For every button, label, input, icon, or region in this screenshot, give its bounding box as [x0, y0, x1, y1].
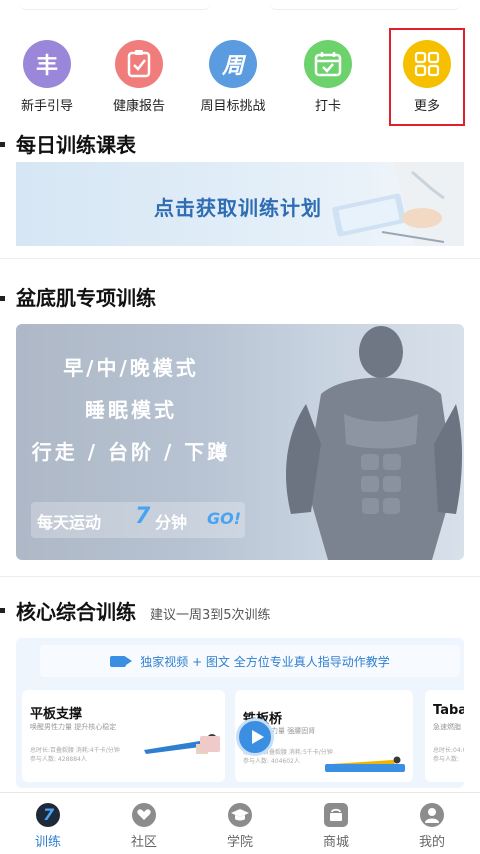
tab-label: 训练: [34, 835, 61, 850]
tab-profile[interactable]: 我的: [384, 803, 480, 850]
top-cutoff-strip: [0, 0, 480, 20]
shopping-bag-icon: [324, 803, 348, 827]
heart-chat-icon: [132, 803, 156, 827]
section-divider: [0, 576, 480, 577]
user-icon: [420, 803, 444, 827]
more-highlight-box: [389, 28, 465, 126]
get-training-plan-text: 点击获取训练计划: [154, 196, 322, 220]
pelvic-mode-line-1: 早/中/晚模式: [63, 356, 199, 380]
exercise-card-tabata[interactable]: Tabat 急速燃脂 总时长:04:0 参与人数:: [425, 690, 464, 782]
core-training-title: 核心综合训练 建议一周3到5次训练: [16, 596, 271, 625]
go-prefix: 每天运动: [37, 513, 102, 532]
tab-mall[interactable]: 商城: [288, 803, 384, 850]
quick-action-label: 健康报告: [112, 99, 165, 114]
video-camera-icon: [110, 655, 133, 667]
plank-figure: [144, 734, 220, 754]
daily-schedule-title: 每日训练课表: [16, 133, 136, 157]
training-icon-glyph: 7: [43, 805, 55, 824]
core-training-heading: 核心综合训练: [16, 600, 136, 624]
core-training-card[interactable]: 独家视频 + 图文 全方位专业真人指导动作教学 平板支撑 唤醒男性力量 提升核心…: [16, 638, 464, 788]
signpost-icon: 丰: [23, 40, 71, 88]
top-strip-segment: [270, 0, 460, 10]
top-strip-segment: [20, 0, 210, 10]
exercise-subtitle: 急速燃脂: [433, 723, 461, 731]
bridge-figure: [325, 756, 405, 772]
core-training-subtitle: 建议一周3到5次训练: [150, 608, 271, 623]
exercise-title: Tabat: [433, 703, 464, 718]
quick-action-guide[interactable]: 丰 新手引导: [7, 40, 87, 114]
get-training-plan-banner[interactable]: 点击获取训练计划: [16, 162, 464, 246]
section-bullet: [0, 608, 5, 613]
exercise-meta-line: 参与人数: 404602人: [243, 758, 300, 765]
weekly-icon: 周: [209, 40, 257, 88]
quick-action-label: 新手引导: [20, 99, 73, 114]
go-word: GO!: [207, 509, 242, 528]
bottom-tab-bar: 7 训练 社区 学院 商城 我的: [0, 792, 480, 854]
exercise-meta-line: 总时长:04:0: [433, 747, 464, 754]
tab-community[interactable]: 社区: [96, 803, 192, 850]
pelvic-mode-line-3: 行走 / 台阶 / 下蹲: [31, 440, 231, 464]
exercise-meta-line: 参与人数:: [433, 756, 460, 763]
pelvic-training-title: 盆底肌专项训练: [16, 286, 156, 310]
section-bullet: [0, 142, 5, 147]
go-suffix: 分钟: [155, 513, 188, 532]
report-icon: [115, 40, 163, 88]
exercise-card-plank[interactable]: 平板支撑 唤醒男性力量 提升核心稳定 总时长:百叠毅腰 消耗:4千卡/分钟 参与…: [22, 690, 225, 782]
pelvic-mode-line-2: 睡眠模式: [85, 398, 177, 422]
daily-7-minutes-badge: 每天运动 7 分钟 GO!: [31, 502, 245, 538]
calendar-check-icon: [304, 40, 352, 88]
go-number: 7: [135, 504, 151, 529]
tab-label: 社区: [130, 835, 157, 850]
exercise-meta: 总时长:百叠毅腰 消耗:4千卡/分钟 参与人数: 428884人: [30, 746, 120, 764]
exercise-meta-line: 参与人数: 428884人: [30, 756, 87, 763]
play-video-icon[interactable]: [236, 718, 274, 756]
section-bullet: [0, 296, 5, 301]
tab-label: 学院: [226, 835, 253, 850]
section-divider: [0, 258, 480, 259]
graduation-cap-icon: [228, 803, 252, 827]
video-tutorial-bar: 独家视频 + 图文 全方位专业真人指导动作教学: [40, 645, 460, 677]
exercise-meta-line: 总时长:百叠毅腰 消耗:4千卡/分钟: [30, 747, 120, 754]
exercise-title: 平板支撑: [30, 707, 83, 722]
tab-academy[interactable]: 学院: [192, 803, 288, 850]
tab-label: 我的: [418, 835, 445, 850]
tab-label: 商城: [322, 835, 349, 850]
quick-action-label: 打卡: [314, 99, 341, 114]
exercise-subtitle: 唤醒男性力量 提升核心稳定: [30, 723, 117, 731]
pelvic-training-banner[interactable]: 早/中/晚模式 睡眠模式 行走 / 台阶 / 下蹲 每天运动 7 分钟 GO!: [16, 324, 464, 560]
exercise-meta: 总时长:04:0 参与人数:: [433, 746, 464, 764]
quick-action-health-report[interactable]: 健康报告: [99, 40, 179, 114]
video-tutorial-text: 独家视频 + 图文 全方位专业真人指导动作教学: [140, 654, 390, 669]
quick-action-label: 周目标挑战: [200, 99, 266, 114]
quick-action-weekly-challenge[interactable]: 周 周目标挑战: [193, 40, 273, 114]
tab-training[interactable]: 7 训练: [0, 803, 96, 850]
training-icon: 7: [36, 803, 60, 827]
quick-action-checkin[interactable]: 打卡: [288, 40, 368, 114]
athlete-image: [286, 326, 462, 560]
